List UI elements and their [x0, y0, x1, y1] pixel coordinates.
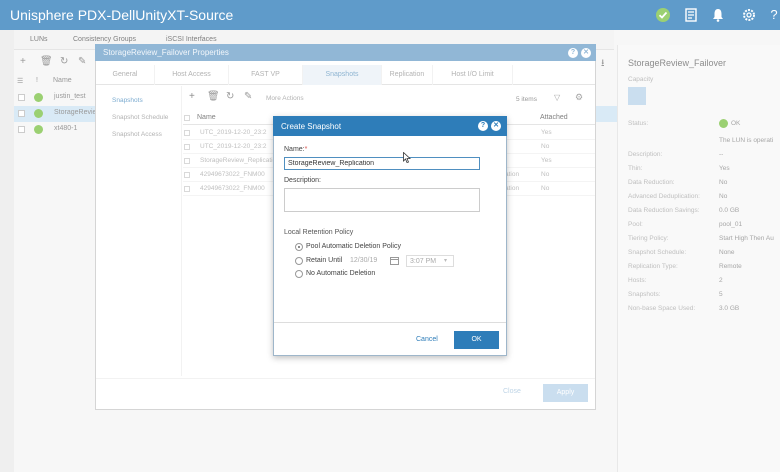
cancel-button[interactable]: Cancel	[416, 336, 438, 343]
radio-label: Retain Until	[306, 257, 343, 264]
description-input[interactable]	[284, 188, 480, 212]
name-label-text: Name:	[284, 146, 305, 153]
radio-label: No Automatic Deletion	[306, 270, 376, 277]
radio-label: Pool Automatic Deletion Policy	[306, 243, 401, 250]
mouse-cursor-icon	[403, 151, 412, 163]
dialog-divider	[274, 322, 506, 323]
create-snapshot-title: Create Snapshot	[281, 122, 342, 131]
help-icon[interactable]: ?	[478, 121, 488, 131]
radio-no-automatic-deletion[interactable]	[295, 270, 303, 278]
create-snapshot-dialog	[273, 116, 507, 356]
name-label: Name:*	[284, 146, 307, 153]
retention-policy-label: Local Retention Policy	[284, 229, 354, 236]
chevron-down-icon[interactable]: ▾	[444, 257, 447, 264]
description-label: Description:	[284, 177, 321, 184]
snapshot-name-input[interactable]	[284, 157, 480, 170]
close-icon[interactable]: ✕	[491, 121, 501, 131]
required-mark: *	[304, 146, 308, 153]
ok-button[interactable]: OK	[454, 331, 499, 349]
retain-date-field[interactable]: 12/30/19	[350, 257, 388, 267]
calendar-icon[interactable]	[390, 256, 399, 265]
radio-retain-until[interactable]	[295, 257, 303, 265]
radio-pool-automatic[interactable]	[295, 243, 303, 251]
